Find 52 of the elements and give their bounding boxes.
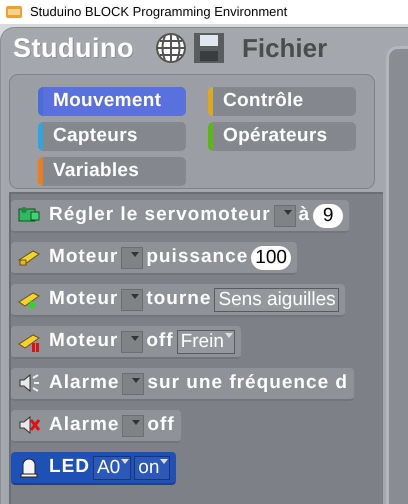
menu-field[interactable]: on bbox=[134, 456, 170, 480]
menu-field[interactable]: A0 bbox=[93, 456, 132, 480]
block-label: LED bbox=[49, 455, 90, 480]
code-block[interactable]: Alarme off bbox=[11, 410, 181, 443]
block-label: Alarme bbox=[49, 371, 120, 396]
category-button[interactable]: Opérateurs bbox=[208, 122, 356, 151]
dropdown[interactable] bbox=[122, 372, 144, 394]
menu-field[interactable]: Sens aiguilles bbox=[214, 288, 339, 312]
dropdown[interactable] bbox=[121, 246, 144, 268]
caret-icon bbox=[131, 294, 140, 298]
category-button[interactable]: Variables bbox=[38, 157, 186, 186]
app-icon bbox=[6, 5, 22, 19]
save-icon[interactable] bbox=[192, 31, 226, 65]
caret-icon bbox=[284, 210, 292, 214]
block-label: Moteur bbox=[49, 287, 118, 312]
dropdown[interactable] bbox=[274, 204, 296, 226]
caret-icon bbox=[131, 252, 140, 256]
caret-icon bbox=[121, 458, 130, 464]
block-label: sur une fréquence d bbox=[147, 371, 348, 396]
dropdown[interactable] bbox=[122, 414, 144, 436]
caret-icon bbox=[224, 332, 233, 338]
code-block[interactable]: Régler le servomoteur à 9 bbox=[11, 200, 350, 233]
block-label: tourne bbox=[146, 287, 212, 312]
category-button[interactable]: Capteurs bbox=[38, 122, 186, 151]
code-block[interactable]: Moteur puissance 100 bbox=[11, 242, 297, 275]
block-label: off bbox=[146, 329, 174, 354]
menu-field[interactable]: Frein bbox=[176, 330, 235, 354]
block-label: Moteur bbox=[49, 329, 118, 354]
window-title: Studuino BLOCK Programming Environment bbox=[30, 3, 288, 22]
category-button[interactable]: Contrôle bbox=[208, 87, 356, 116]
number-field[interactable]: 9 bbox=[313, 204, 344, 228]
block-label: Moteur bbox=[49, 245, 118, 270]
caret-icon bbox=[160, 458, 168, 464]
block-label: Alarme bbox=[49, 413, 120, 438]
caret-icon bbox=[131, 336, 140, 340]
code-block[interactable]: LED A0 on bbox=[11, 452, 176, 485]
dropdown[interactable] bbox=[121, 330, 144, 352]
file-menu[interactable]: Fichier bbox=[242, 28, 328, 68]
number-field[interactable]: 100 bbox=[251, 246, 291, 270]
caret-icon bbox=[132, 420, 140, 424]
caret-icon bbox=[132, 378, 140, 382]
code-block[interactable]: Moteur off Frein bbox=[11, 326, 241, 359]
app-logo: Studuino bbox=[13, 32, 134, 65]
code-block[interactable]: Moteur tourne Sens aiguilles bbox=[11, 284, 345, 317]
block-label: puissance bbox=[146, 245, 248, 270]
block-label: off bbox=[147, 413, 175, 438]
block-label: à bbox=[298, 203, 310, 228]
block-label: Régler le servomoteur bbox=[49, 203, 271, 228]
dropdown[interactable] bbox=[121, 288, 144, 310]
code-block[interactable]: Alarme sur une fréquence d bbox=[11, 368, 354, 401]
category-button[interactable]: Mouvement bbox=[38, 87, 186, 116]
globe-icon[interactable] bbox=[154, 32, 188, 64]
